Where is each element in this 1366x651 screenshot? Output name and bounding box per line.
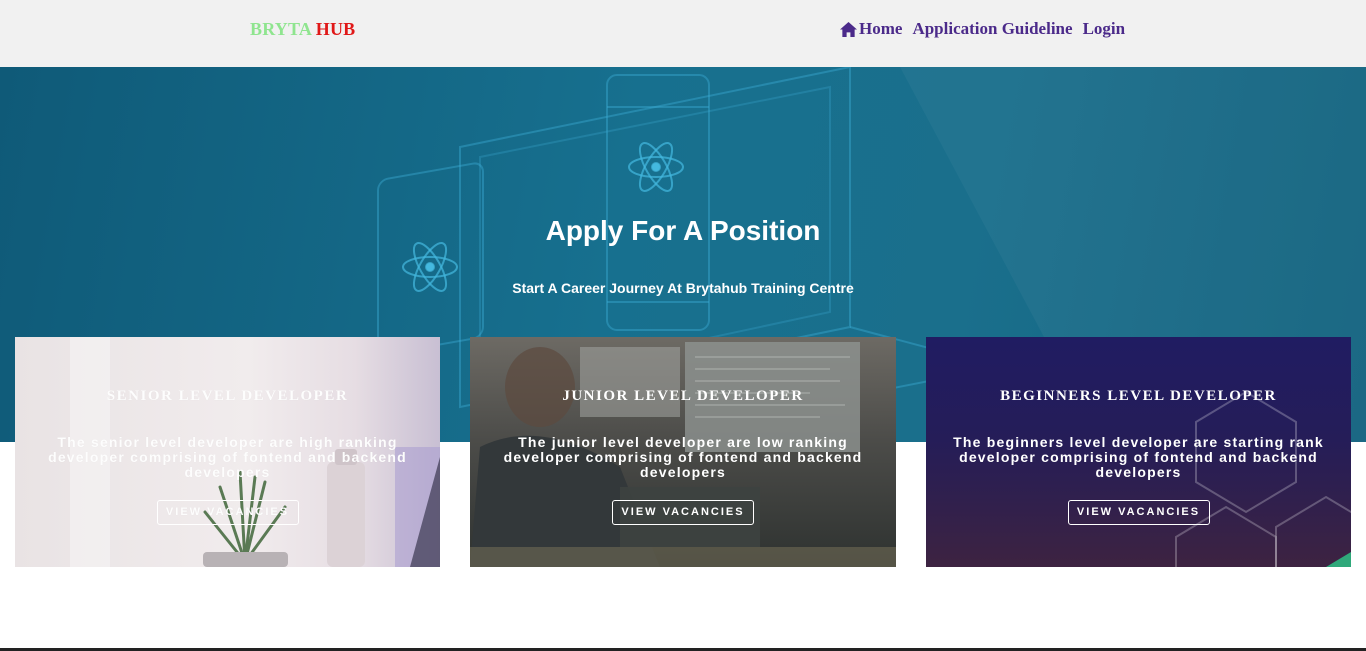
card-title: JUNIOR LEVEL DEVELOPER xyxy=(562,388,804,404)
nav-guideline-label: Application Guideline xyxy=(912,19,1073,38)
senior-developer-card: SENIOR LEVEL DEVELOPER The senior level … xyxy=(15,337,440,567)
card-title: SENIOR LEVEL DEVELOPER xyxy=(106,388,349,404)
view-vacancies-button[interactable]: VIEW VACANCIES xyxy=(156,500,299,525)
nav-login-link[interactable]: Login xyxy=(1083,19,1126,39)
card-description: The beginners level developer are starti… xyxy=(953,434,1324,480)
top-navbar: BRYTA HUB Home Application Guideline Log… xyxy=(0,0,1366,67)
nav-login-label: Login xyxy=(1082,19,1126,38)
beginners-developer-card: BEGINNERS LEVEL DEVELOPER The beginners … xyxy=(926,337,1351,567)
nav-home-label: Home xyxy=(859,19,903,38)
junior-developer-card: JUNIOR LEVEL DEVELOPER The junior level … xyxy=(470,337,896,567)
brand-logo[interactable]: BRYTA HUB xyxy=(250,19,355,40)
view-vacancies-button[interactable]: VIEW VACANCIES xyxy=(612,500,754,525)
main-nav: Home Application Guideline Login xyxy=(839,19,1125,39)
nav-guideline-link[interactable]: Application Guideline xyxy=(912,19,1072,39)
home-icon xyxy=(840,21,857,37)
card-title: BEGINNERS LEVEL DEVELOPER xyxy=(1000,388,1277,404)
nav-home-link[interactable]: Home xyxy=(839,19,902,39)
brand-part-2: HUB xyxy=(315,19,356,39)
hero-subtitle: Start A Career Journey At Brytahub Train… xyxy=(512,280,854,296)
card-description: The senior level developer are high rank… xyxy=(48,434,407,480)
brand-part-1: BRYTA xyxy=(250,19,312,39)
view-vacancies-button[interactable]: VIEW VACANCIES xyxy=(1067,500,1210,525)
hero-title: Apply For A Position xyxy=(545,215,821,246)
card-description: The junior level developer are low ranki… xyxy=(503,434,863,480)
